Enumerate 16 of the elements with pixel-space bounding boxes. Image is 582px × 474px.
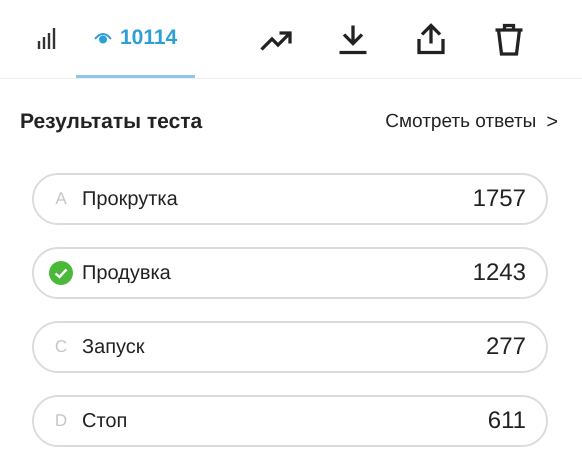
- vote-count: 611: [488, 407, 526, 435]
- bar-chart-icon: [36, 26, 58, 48]
- vote-count: 277: [486, 333, 526, 361]
- eye-icon: [94, 30, 112, 44]
- vote-count: 1243: [472, 259, 526, 287]
- option-text: Стоп: [82, 410, 128, 432]
- chevron-icon[interactable]: >: [546, 110, 558, 134]
- option-letter: A: [54, 189, 68, 209]
- option-text: Запуск: [82, 336, 146, 358]
- view-answers-link[interactable]: Смотреть ответы: [385, 111, 536, 133]
- option-letter: C: [54, 337, 68, 357]
- section-title: Результаты теста: [20, 110, 202, 134]
- option-letter: D: [54, 411, 68, 431]
- vote-count: 1757: [472, 185, 526, 213]
- option-text: Продувка: [82, 262, 172, 284]
- option-text: Прокрутка: [82, 188, 179, 210]
